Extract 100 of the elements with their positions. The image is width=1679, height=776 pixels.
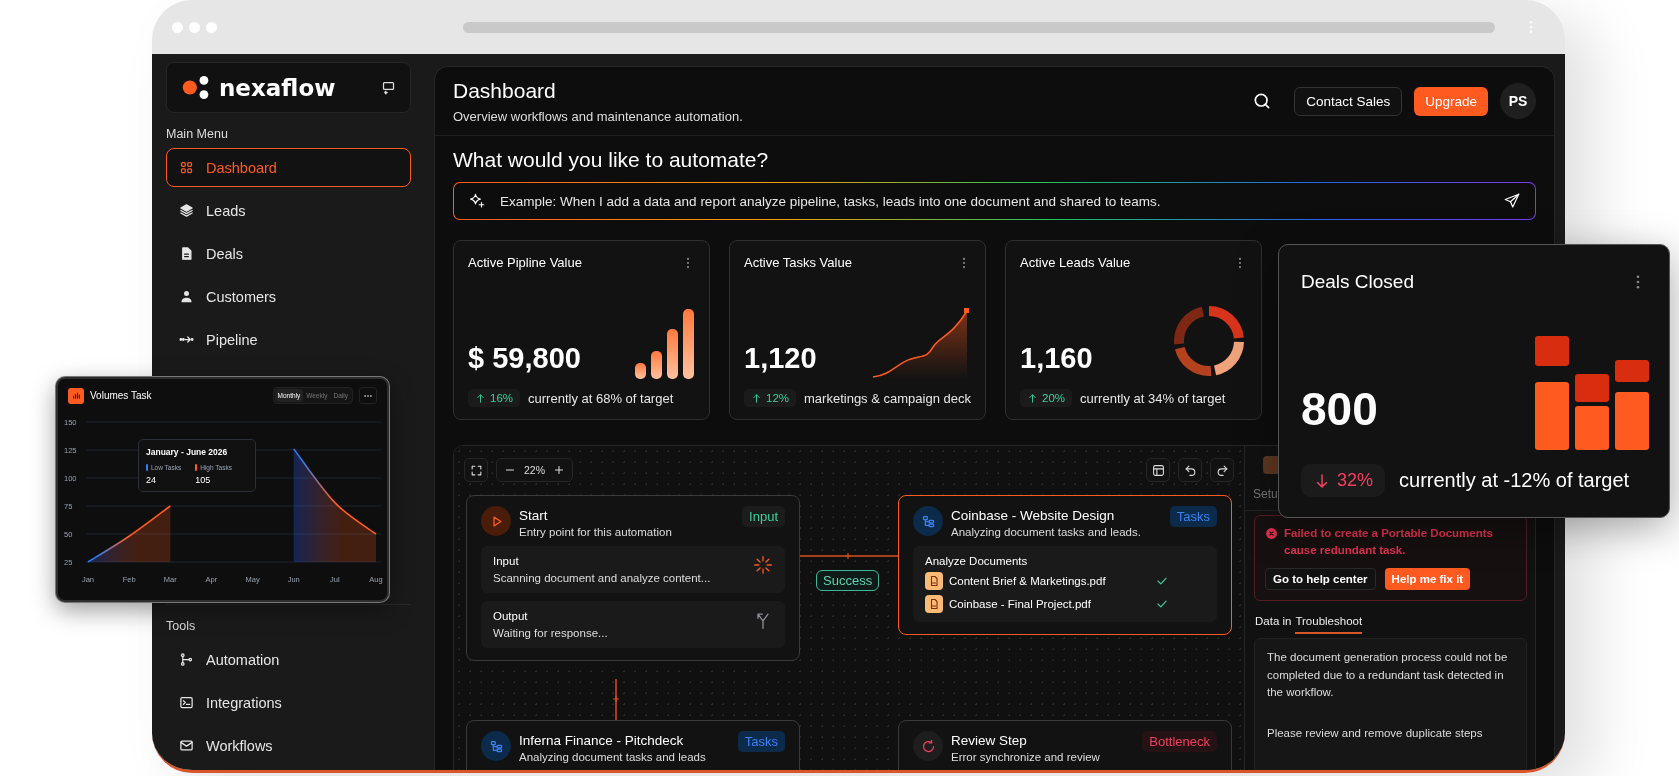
node-title: Coinbase - Website Design bbox=[951, 508, 1116, 523]
connector-line bbox=[612, 678, 620, 721]
zoom-in-icon[interactable] bbox=[553, 464, 565, 476]
loading-icon bbox=[753, 555, 773, 575]
metric-note: currently at 68% of target bbox=[528, 390, 674, 406]
undo-icon bbox=[1183, 463, 1197, 477]
metric-note: currently at 34% of target bbox=[1080, 390, 1226, 406]
workflow-node[interactable]: Inferna Finance - Pitchdeck Analyzing document tasks and leads Tasks bbox=[466, 720, 800, 770]
nav-item[interactable]: Leads bbox=[166, 191, 411, 230]
node-title: Review Step bbox=[951, 733, 1028, 748]
page-title: Dashboard bbox=[453, 78, 557, 103]
terminal-icon bbox=[179, 695, 194, 710]
chart-title: Volumes Task bbox=[90, 390, 152, 401]
arrow-up-icon bbox=[751, 392, 762, 404]
legend-value: 24 bbox=[146, 475, 157, 485]
prompt-input[interactable]: Example: When I add a data and report analyze pipeline, tasks, leads into one document and shared to teams. bbox=[498, 192, 1491, 210]
avatar[interactable]: PS bbox=[1500, 83, 1536, 119]
change-value: 16% bbox=[490, 392, 514, 404]
page-subtitle: Overview workflows and maintenance automation. bbox=[453, 108, 743, 124]
workflow-node[interactable]: Review Step Error synchronize and review Bottleneck bbox=[898, 720, 1232, 770]
nav-item[interactable]: Dashboard bbox=[166, 148, 411, 187]
nav-item[interactable]: Deals bbox=[166, 234, 411, 273]
legend-value: 105 bbox=[195, 475, 212, 485]
chart-block bbox=[1535, 336, 1569, 366]
deals-value: 800 bbox=[1301, 382, 1378, 436]
tooltip-title: January - June 2026 bbox=[146, 447, 229, 457]
nav-item[interactable]: Workflows bbox=[166, 726, 411, 765]
node-tag: Input bbox=[742, 506, 785, 527]
sidebar-toggle-icon[interactable] bbox=[381, 80, 396, 95]
menu-section-title: Main Menu bbox=[166, 127, 229, 141]
chart-block bbox=[1575, 374, 1609, 402]
file-name: Content Brief & Marketings.pdf bbox=[949, 575, 1107, 587]
section-title: Analyze Documents bbox=[925, 555, 1029, 567]
error-message: Failed to create a Portable Documents cause redundant task. bbox=[1284, 526, 1494, 558]
panel-tab[interactable]: Setu bbox=[1253, 487, 1278, 501]
logo-icon bbox=[181, 75, 211, 100]
message-text: Please review and remove duplicate steps bbox=[1267, 726, 1484, 742]
step-text: Scanning document and analyze content... bbox=[493, 572, 711, 584]
flow-diagram-icon bbox=[920, 513, 936, 529]
change-value: 20% bbox=[1042, 392, 1066, 404]
chart-block bbox=[1575, 406, 1609, 450]
chart-logo-icon bbox=[68, 387, 84, 404]
step-text: Waiting for response... bbox=[493, 627, 608, 639]
step-title: Input bbox=[493, 555, 520, 567]
window-dot bbox=[189, 21, 200, 33]
zoom-level: 22% bbox=[524, 464, 545, 476]
node-subtitle: Entry point for this automation bbox=[519, 526, 673, 538]
arrow-up-icon bbox=[475, 392, 486, 404]
user-icon bbox=[179, 289, 194, 304]
grid-icon bbox=[179, 160, 194, 175]
mail-icon bbox=[179, 738, 194, 753]
contact-button[interactable]: Contact Sales bbox=[1294, 86, 1403, 116]
node-subtitle: Analyzing document tasks and leads bbox=[519, 751, 707, 763]
menu-section-title: Tools bbox=[166, 619, 197, 633]
node-subtitle: Error synchronize and review bbox=[951, 751, 1101, 763]
change-value: 32% bbox=[1337, 470, 1374, 491]
logo-text: nexaflow bbox=[219, 74, 336, 101]
workflow-node[interactable]: Coinbase - Website Design Analyzing document tasks and leads. Tasks Analyze Documents Content Brief & Marketings.pdf Coinbase - Final Project.pdf bbox=[898, 495, 1232, 635]
node-subtitle: Analyzing document tasks and leads. bbox=[951, 526, 1142, 538]
redo-icon bbox=[1215, 463, 1229, 477]
send-icon[interactable] bbox=[1503, 192, 1521, 210]
nav-item[interactable]: Integrations bbox=[166, 683, 411, 722]
prompt-heading: What would you like to automate? bbox=[453, 148, 770, 172]
node-title: Start bbox=[519, 508, 549, 523]
help-button[interactable]: Go to help center bbox=[1265, 568, 1376, 591]
metric-note: marketings & campaign deck bbox=[804, 390, 971, 406]
sparkle-icon bbox=[468, 192, 486, 210]
chart-bar bbox=[667, 329, 678, 379]
more-button[interactable] bbox=[359, 387, 377, 404]
window-dot bbox=[206, 21, 217, 33]
metric-value: 1,120 bbox=[744, 342, 817, 375]
chart-bar bbox=[651, 351, 662, 379]
fullscreen-button[interactable] bbox=[464, 458, 488, 482]
chart-bar bbox=[635, 363, 646, 379]
panel-tab[interactable]: Troubleshoot bbox=[1295, 615, 1363, 635]
message-text: The document generation process could not be completed due to a redundant task detected in the workflow. bbox=[1267, 650, 1509, 700]
nav-item[interactable]: Customers bbox=[166, 277, 411, 316]
panel-tab[interactable]: Data in bbox=[1255, 615, 1292, 635]
window-dot bbox=[172, 21, 183, 33]
nav-item[interactable]: Automation bbox=[166, 640, 411, 679]
file-name: Coinbase - Final Project.pdf bbox=[949, 598, 1092, 610]
chart-bar bbox=[683, 309, 694, 379]
success-label: Success bbox=[816, 570, 880, 591]
node-tag: Tasks bbox=[1169, 506, 1217, 527]
pdf-file-icon bbox=[925, 572, 943, 590]
node-tag: Bottleneck bbox=[1142, 731, 1217, 752]
redo-button[interactable] bbox=[1210, 458, 1234, 482]
workflow-node[interactable]: Start Entry point for this automation Input Input Scanning document and analyze content... Output Waiting for response... bbox=[466, 495, 800, 661]
layout-button[interactable] bbox=[1146, 458, 1170, 482]
error-icon bbox=[1265, 527, 1278, 540]
step-title: Output bbox=[493, 610, 529, 622]
document-icon bbox=[179, 246, 194, 261]
chart-block bbox=[1535, 382, 1569, 450]
nav-item[interactable]: Pipeline bbox=[166, 320, 411, 359]
flow-diagram-icon bbox=[488, 738, 504, 754]
metric-title: Active Pipline Value bbox=[468, 255, 582, 270]
deals-note: currently at -12% of target bbox=[1399, 469, 1630, 492]
node-tag: Tasks bbox=[737, 731, 785, 752]
prompt-field[interactable]: Example: When I add a data and report analyze pipeline, tasks, leads into one document and shared to teams. bbox=[453, 182, 1536, 220]
undo-button[interactable] bbox=[1178, 458, 1202, 482]
